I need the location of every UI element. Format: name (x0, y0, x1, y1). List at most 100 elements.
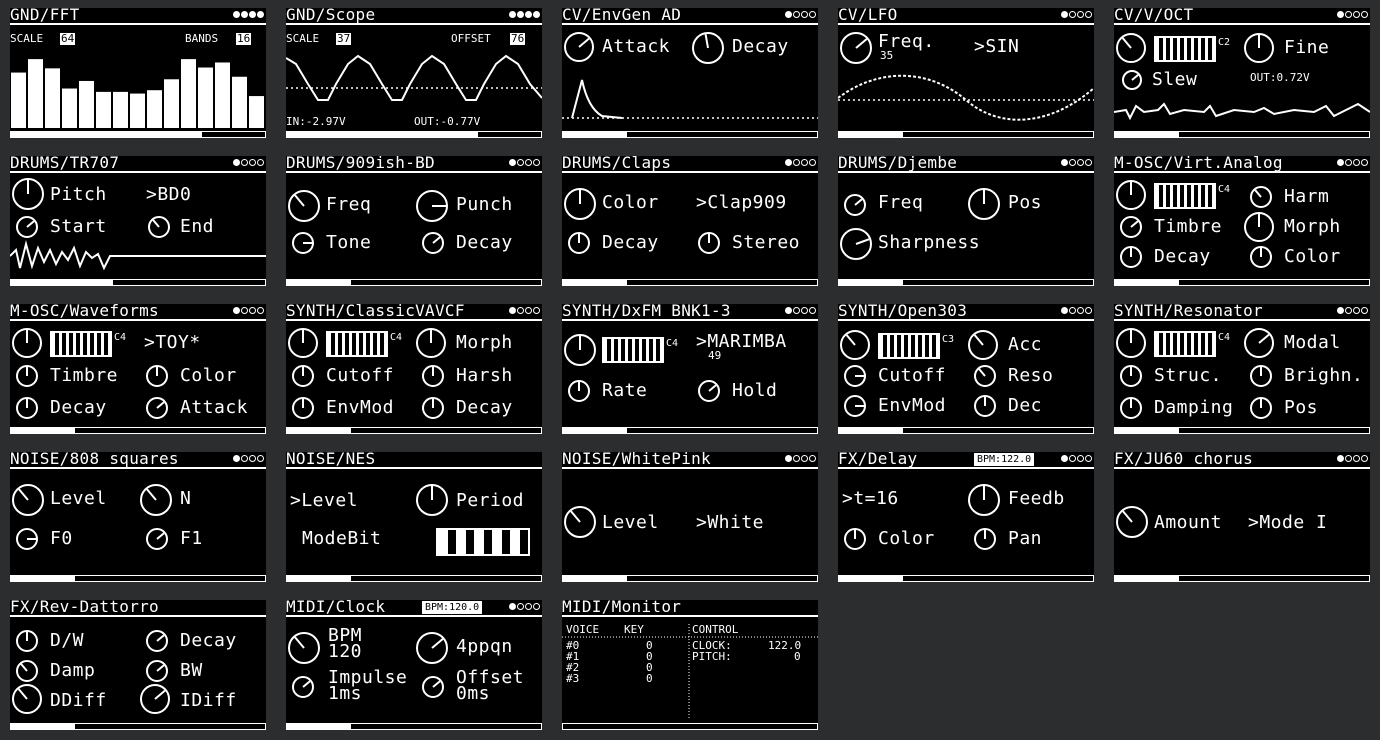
pos-knob-icon[interactable] (1250, 397, 1272, 419)
envmod-knob-icon[interactable] (844, 395, 866, 417)
cutoff-knob-icon[interactable] (844, 365, 866, 387)
panel-drums-909bd[interactable]: DRUMS/909ish-BD Freq Punch Tone Decay (286, 156, 542, 286)
panel-synth-dxfm[interactable]: SYNTH/DxFM_BNK1-3 C4 >MARIMBA 49 Rate Ho… (562, 304, 818, 434)
decay-knob-icon[interactable] (422, 232, 444, 254)
offset-knob-icon[interactable] (422, 676, 444, 698)
panel-synth-open303[interactable]: SYNTH/Open303 C3 Acc Cutoff Reso EnvMod … (838, 304, 1094, 434)
panel-gnd-scope[interactable]: GND/Scope SCALE 37 OFFSET 76 IN:-2.97V O… (286, 8, 542, 138)
panel-midi-monitor[interactable]: MIDI/Monitor VOICE KEY CONTROL #0 #1 #2 … (562, 600, 818, 730)
progress-bar (1114, 575, 1370, 582)
panel-noise-808squares[interactable]: NOISE/808_squares Level N F0 F1 (10, 452, 266, 582)
panel-fx-delay[interactable]: FX/Delay BPM:122.0 >t=16 Feedb Color Pan (838, 452, 1094, 582)
panel-mosc-virtanalog[interactable]: M-OSC/Virt.Analog C4 Harm Timbre Morph D… (1114, 156, 1370, 286)
keyboard-icon[interactable] (1154, 183, 1216, 209)
modebit-toggle-icon[interactable] (436, 528, 530, 556)
keyboard-icon[interactable] (1154, 331, 1216, 357)
pos-knob-icon[interactable] (968, 188, 1000, 220)
color-knob-icon[interactable] (1250, 246, 1272, 268)
panel-drums-djembe[interactable]: DRUMS/Djembe Freq Pos Sharpness (838, 156, 1094, 286)
attack-knob-icon[interactable] (146, 397, 168, 419)
octave-knob-icon[interactable] (840, 330, 870, 360)
decay-knob-icon[interactable] (1120, 246, 1142, 268)
level-knob-icon[interactable] (564, 506, 596, 538)
keyboard-icon[interactable] (50, 331, 112, 357)
panel-fx-revdattorro[interactable]: FX/Rev-Dattorro D/W Decay Damp BW DDiff … (10, 600, 266, 730)
struc-knob-icon[interactable] (1120, 365, 1142, 387)
tone-knob-icon[interactable] (292, 232, 314, 254)
octave-knob-icon[interactable] (1116, 328, 1146, 358)
panel-noise-nes[interactable]: NOISE/NES >Level Period ModeBit (286, 452, 542, 582)
feedb-knob-icon[interactable] (968, 484, 1000, 516)
color-knob-icon[interactable] (844, 528, 866, 550)
dec-knob-icon[interactable] (974, 395, 996, 417)
panel-mosc-waveforms[interactable]: M-OSC/Waveforms C4 >TOY* Timbre Color De… (10, 304, 266, 434)
level-select[interactable]: >Level (290, 491, 358, 511)
idiff-knob-icon[interactable] (140, 684, 170, 714)
progress-bar (838, 427, 1094, 434)
pan-knob-icon[interactable] (974, 528, 996, 550)
panel-synth-resonator[interactable]: SYNTH/Resonator C4 Modal Struc. Brighn. … (1114, 304, 1370, 434)
time-select[interactable]: >t=16 (842, 489, 899, 509)
color-knob-icon[interactable] (564, 188, 596, 220)
harm-knob-icon[interactable] (1250, 186, 1272, 208)
modal-knob-icon[interactable] (1244, 328, 1274, 358)
cutoff-knob-icon[interactable] (292, 365, 314, 387)
amount-knob-icon[interactable] (1116, 506, 1148, 538)
timbre-knob-icon[interactable] (1120, 216, 1142, 238)
keyboard-icon[interactable] (878, 333, 940, 359)
level-knob-icon[interactable] (12, 484, 44, 516)
f0-knob-icon[interactable] (16, 528, 38, 550)
bw-knob-icon[interactable] (146, 660, 168, 682)
timbre-knob-icon[interactable] (16, 365, 38, 387)
octave-knob-icon[interactable] (1116, 180, 1146, 210)
ppqn-knob-icon[interactable] (416, 632, 448, 664)
morph-knob-icon[interactable] (416, 328, 446, 358)
damping-knob-icon[interactable] (1120, 397, 1142, 419)
morph-knob-icon[interactable] (1244, 212, 1274, 242)
punch-knob-icon[interactable] (416, 190, 448, 222)
dw-knob-icon[interactable] (16, 630, 38, 652)
sample-select[interactable]: >Clap909 (696, 193, 787, 213)
harsh-knob-icon[interactable] (422, 365, 444, 387)
n-knob-icon[interactable] (140, 484, 172, 516)
panel-drums-tr707[interactable]: DRUMS/TR707 Pitch >BD0 Start End (10, 156, 266, 286)
decay-knob-icon[interactable] (422, 397, 444, 419)
panel-noise-whitepink[interactable]: NOISE/WhitePink Level >White (562, 452, 818, 582)
decay-knob-icon[interactable] (568, 232, 590, 254)
panel-fx-ju60chorus[interactable]: FX/JU60_chorus Amount >Mode I (1114, 452, 1370, 582)
acc-knob-icon[interactable] (968, 330, 998, 360)
bpm-knob-icon[interactable] (288, 632, 320, 664)
octave-knob-icon[interactable] (288, 328, 318, 358)
chorus-mode-select[interactable]: >Mode I (1248, 513, 1327, 533)
brighn-knob-icon[interactable] (1250, 365, 1272, 387)
octave-knob-icon[interactable] (564, 334, 596, 366)
decay-knob-icon[interactable] (16, 397, 38, 419)
decay-knob-icon[interactable] (146, 630, 168, 652)
impulse-knob-icon[interactable] (292, 676, 314, 698)
noise-mode-select[interactable]: >White (696, 513, 764, 533)
sharpness-knob-icon[interactable] (840, 228, 872, 260)
rate-knob-icon[interactable] (568, 380, 590, 402)
engine-select[interactable]: >TOY* (144, 333, 201, 353)
f1-knob-icon[interactable] (146, 528, 168, 550)
panel-cv-envgen[interactable]: CV/EnvGen_AD Attack Decay (562, 8, 818, 138)
panel-synth-classicvavcf[interactable]: SYNTH/ClassicVAVCF C4 Morph Cutoff Harsh… (286, 304, 542, 434)
octave-knob-icon[interactable] (12, 328, 42, 358)
panel-gnd-fft[interactable]: GND/FFT SCALE 64 BANDS 16 (10, 8, 266, 138)
panel-cv-lfo[interactable]: CV/LFO Freq. 35 >SIN (838, 8, 1094, 138)
ddiff-knob-icon[interactable] (12, 684, 42, 714)
keyboard-icon[interactable] (326, 331, 388, 357)
envmod-knob-icon[interactable] (292, 397, 314, 419)
panel-cv-voct[interactable]: CV/V/OCT C2 Fine Slew OUT:0.72V (1114, 8, 1370, 138)
freq-knob-icon[interactable] (844, 194, 866, 216)
hold-knob-icon[interactable] (698, 380, 720, 402)
color-knob-icon[interactable] (146, 365, 168, 387)
damp-knob-icon[interactable] (16, 660, 38, 682)
freq-knob-icon[interactable] (288, 190, 320, 222)
panel-drums-claps[interactable]: DRUMS/Claps Color >Clap909 Decay Stereo (562, 156, 818, 286)
period-knob-icon[interactable] (416, 484, 448, 516)
keyboard-icon[interactable] (602, 337, 664, 363)
panel-midi-clock[interactable]: MIDI/Clock BPM:120.0 BPM 120 4ppqn Impul… (286, 600, 542, 730)
reso-knob-icon[interactable] (974, 365, 996, 387)
stereo-knob-icon[interactable] (698, 232, 720, 254)
